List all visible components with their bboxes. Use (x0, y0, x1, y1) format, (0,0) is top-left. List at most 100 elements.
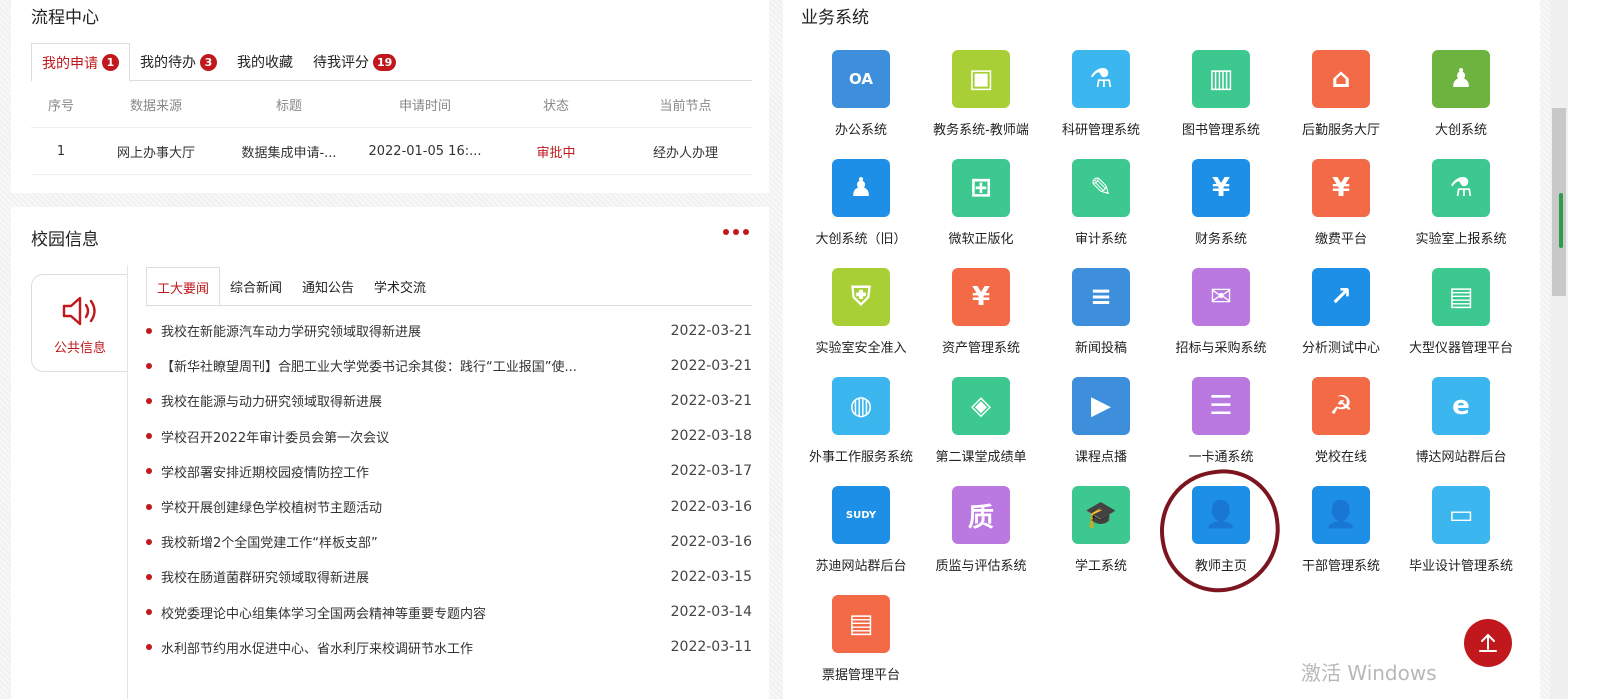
news-item[interactable]: 学校召开2022年审计委员会第一次会议 2022-03-18 (146, 419, 752, 454)
news-item[interactable]: 学校开展创建绿色学校植树节主题活动 2022-03-16 (146, 489, 752, 524)
app-label: 新闻投稿 (1074, 341, 1127, 356)
bullet-icon (146, 327, 152, 334)
public-info-card[interactable]: 公共信息 (31, 274, 128, 372)
news-title[interactable]: 我校在肠道菌群研究领域取得新进展 (161, 567, 671, 586)
app-tile[interactable]: 质质监与评估系统 (921, 486, 1041, 595)
arrow-up-icon (1479, 633, 1497, 652)
app-label: 党校在线 (1314, 450, 1367, 465)
news-item[interactable]: 我校在能源与动力研究领域取得新进展 2022-03-21 (146, 383, 752, 418)
app-tile[interactable]: ¥ 缴费平台 (1281, 159, 1401, 268)
business-systems-panel: 业务系统 OA 办公系统 ▣ 教务系统-教师端 ⚗ 科研管理系统 ▥ 图书管理系统 ⌂ 后勤服务大… (783, 0, 1540, 699)
app-icon: ▣ (952, 50, 1010, 108)
tab-my-todo[interactable]: 我的待办 3 (130, 43, 227, 81)
app-tile[interactable]: ▭ 毕业设计管理系统 (1401, 486, 1521, 595)
app-tile[interactable]: ¥ 资产管理系统 (921, 268, 1041, 377)
app-tile[interactable]: ☰ 一卡通系统 (1161, 377, 1281, 486)
app-tile[interactable]: ♟ 大创系统（旧） (801, 159, 921, 268)
app-icon: ☰ (1192, 377, 1250, 435)
cell-source: 网上办事大厅 (116, 145, 195, 161)
tab-academic[interactable]: 学术交流 (364, 267, 436, 306)
news-item[interactable]: 我校在肠道菌群研究领域取得新进展 2022-03-15 (146, 559, 752, 594)
app-tile[interactable]: OA 办公系统 (801, 50, 921, 159)
news-title[interactable]: 水利部节约用水促进中心、省水利厅来校调研节水工作 (161, 638, 671, 657)
app-tile[interactable]: ¥ 财务系统 (1161, 159, 1281, 268)
app-label: 资产管理系统 (941, 341, 1020, 356)
bullet-icon (146, 644, 152, 651)
news-date: 2022-03-11 (670, 639, 752, 656)
campus-info-title: 校园信息 (31, 230, 99, 250)
tab-pending-rating[interactable]: 待我评分 19 (303, 43, 406, 81)
tab-general-news[interactable]: 综合新闻 (220, 267, 292, 306)
app-icon: ▤ (1432, 268, 1490, 326)
app-icon: ¥ (1312, 159, 1370, 217)
app-icon: 👤 (1192, 486, 1250, 544)
more-icon[interactable] (723, 229, 749, 235)
app-label: 图书管理系统 (1181, 123, 1260, 138)
app-tile[interactable]: 👤 干部管理系统 (1281, 486, 1401, 595)
app-icon: ⚗ (1072, 50, 1130, 108)
tab-label: 我的收藏 (237, 55, 293, 71)
app-tile[interactable]: ⚗ 科研管理系统 (1041, 50, 1161, 159)
news-title[interactable]: 校党委理论中心组集体学习全国两会精神等重要专题内容 (161, 603, 671, 622)
cell-no: 1 (56, 143, 66, 159)
news-item[interactable]: 我校在新能源汽车动力学研究领域取得新进展 2022-03-21 (146, 313, 752, 348)
news-title[interactable]: 学校开展创建绿色学校植树节主题活动 (161, 497, 671, 516)
news-date: 2022-03-18 (670, 428, 752, 445)
column-header: 当前节点 (659, 98, 712, 114)
scrollbar-track[interactable] (1550, 0, 1568, 699)
app-tile[interactable]: ↗ 分析测试中心 (1281, 268, 1401, 377)
news-title[interactable]: 学校召开2022年审计委员会第一次会议 (161, 427, 671, 446)
app-tile[interactable]: 👤 教师主页 (1161, 486, 1281, 595)
bullet-icon (146, 573, 152, 580)
tab-my-applications[interactable]: 我的申请 1 (31, 43, 130, 82)
news-title[interactable]: 【新华社瞭望周刊】合肥工业大学党委书记余其俊：践行“工业报国”使... (161, 356, 671, 375)
speaker-icon (62, 296, 96, 326)
back-to-top-button[interactable] (1464, 619, 1512, 667)
app-tile[interactable]: ▤ 票据管理平台 (801, 595, 921, 699)
news-title[interactable]: 学校部署安排近期校园疫情防控工作 (161, 462, 671, 481)
app-tile[interactable]: ✎ 审计系统 (1041, 159, 1161, 268)
app-tile[interactable]: ⌂ 后勤服务大厅 (1281, 50, 1401, 159)
app-icon: ¥ (952, 268, 1010, 326)
app-tile[interactable]: ◍ 外事工作服务系统 (801, 377, 921, 486)
cell-title[interactable]: 数据集成申请-... (221, 142, 357, 161)
app-tile[interactable]: ▶ 课程点播 (1041, 377, 1161, 486)
app-tile[interactable]: ⛨ 实验室安全准入 (801, 268, 921, 377)
flow-center-panel: 流程中心 我的申请 1 我的待办 3 我的收藏 待我评分 19 序号 数据来源 … (11, 0, 769, 193)
news-item[interactable]: 【新华社瞭望周刊】合肥工业大学党委书记余其俊：践行“工业报国”使... 2022-… (146, 348, 752, 383)
app-tile[interactable]: ◈ 第二课堂成绩单 (921, 377, 1041, 486)
app-tile[interactable]: ▥ 图书管理系统 (1161, 50, 1281, 159)
tab-my-favorites[interactable]: 我的收藏 (227, 43, 303, 81)
app-tile[interactable]: ✉ 招标与采购系统 (1161, 268, 1281, 377)
news-item[interactable]: 我校新增2个全国党建工作“样板支部” 2022-03-16 (146, 524, 752, 559)
news-title[interactable]: 我校在能源与动力研究领域取得新进展 (161, 391, 671, 410)
news-date: 2022-03-17 (670, 463, 752, 480)
news-item[interactable]: 校党委理论中心组集体学习全国两会精神等重要专题内容 2022-03-14 (146, 595, 752, 630)
table-row[interactable]: 1 网上办事大厅 数据集成申请-... 2022-01-05 16:... 审批… (31, 128, 752, 175)
app-icon: ▤ (832, 595, 890, 653)
app-label: 博达网站群后台 (1415, 450, 1507, 465)
news-item[interactable]: 水利部节约用水促进中心、省水利厅来校调研节水工作 2022-03-11 (146, 630, 752, 665)
app-tile[interactable]: ≡ 新闻投稿 (1041, 268, 1161, 377)
news-title[interactable]: 我校新增2个全国党建工作“样板支部” (161, 532, 671, 551)
app-icon: ⊞ (952, 159, 1010, 217)
news-item[interactable]: 学校部署安排近期校园疫情防控工作 2022-03-17 (146, 454, 752, 489)
app-label: 票据管理平台 (821, 668, 900, 683)
app-tile[interactable]: ♟ 大创系统 (1401, 50, 1521, 159)
app-tile[interactable]: ▣ 教务系统-教师端 (921, 50, 1041, 159)
app-icon: ✉ (1192, 268, 1250, 326)
app-tile[interactable]: ☭ 党校在线 (1281, 377, 1401, 486)
tab-news-headlines[interactable]: 工大要闻 (146, 267, 221, 307)
app-tile[interactable]: e 博达网站群后台 (1401, 377, 1521, 486)
app-tile[interactable]: 🎓 学工系统 (1041, 486, 1161, 595)
app-tile[interactable]: ⚗ 实验室上报系统 (1401, 159, 1521, 268)
app-label: 实验室上报系统 (1415, 232, 1507, 247)
app-icon: ✎ (1072, 159, 1130, 217)
app-tile[interactable]: SUDY 苏迪网站群后台 (801, 486, 921, 595)
news-title[interactable]: 我校在新能源汽车动力学研究领域取得新进展 (161, 321, 671, 340)
app-icon: ¥ (1192, 159, 1250, 217)
app-tile[interactable]: ⊞ 微软正版化 (921, 159, 1041, 268)
tab-notices[interactable]: 通知公告 (292, 267, 364, 306)
app-label: 教务系统-教师端 (933, 123, 1029, 138)
app-tile[interactable]: ▤ 大型仪器管理平台 (1401, 268, 1521, 377)
